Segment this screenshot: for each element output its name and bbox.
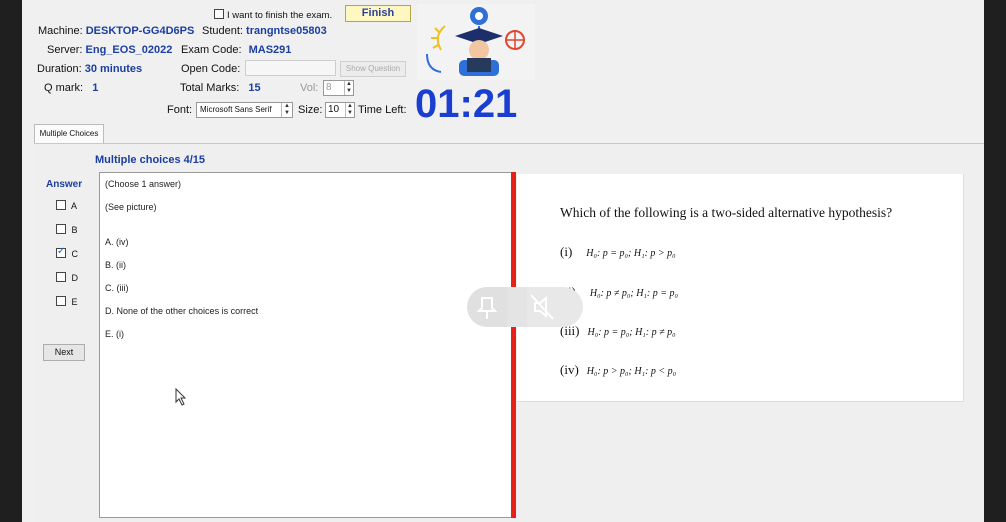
option-b-checkbox[interactable] <box>56 224 66 234</box>
vol-spinner[interactable]: 8 ▲ ▼ <box>323 80 354 96</box>
option-a[interactable]: A <box>56 200 77 211</box>
pin-icon <box>476 297 498 319</box>
option-c[interactable]: C <box>56 246 79 259</box>
mute-button[interactable] <box>507 287 583 327</box>
option-d-label: D <box>71 273 79 283</box>
font-value: Microsoft Sans Serif <box>200 105 272 114</box>
font-label: Font: <box>167 104 193 116</box>
option-c-checkbox[interactable] <box>56 246 66 258</box>
spinner-arrows-icon[interactable]: ▲ ▼ <box>344 81 353 95</box>
spinner-arrows-icon[interactable]: ▲ ▼ <box>345 103 354 117</box>
machine-label: Machine: <box>38 25 83 37</box>
see-picture-hint: (See picture) <box>105 202 157 212</box>
item-ii-hyp: H₀: p ≠ p₀; H₁: p = p₀ <box>589 288 678 299</box>
item-iii-hyp: H₀: p = p₀; H₁: p ≠ p₀ <box>587 327 676 338</box>
option-b[interactable]: B <box>56 224 78 235</box>
option-d[interactable]: D <box>56 272 78 283</box>
time-left-label: Time Left: <box>358 104 407 116</box>
picture-question-text: Which of the following is a two-sided al… <box>560 205 893 220</box>
exam-code-label: Exam Code: <box>181 44 242 56</box>
machine-row: Machine: DESKTOP-GG4D6PS <box>38 25 194 37</box>
finish-checkbox-row[interactable]: I want to finish the exam. <box>214 9 332 21</box>
countdown-timer: 01:21 <box>415 82 518 126</box>
choose-hint: (Choose 1 answer) <box>105 179 182 189</box>
finish-checkbox[interactable] <box>214 9 224 19</box>
exam-code-value: MAS291 <box>248 44 292 56</box>
picture-item-i: (i) H₀: p = p₀; H₁: p > p₀ <box>560 244 676 260</box>
option-a-label: A <box>71 201 78 211</box>
speaker-muted-icon <box>530 294 554 320</box>
server-value: Eng_EOS_02022 <box>85 44 173 56</box>
student-value: trangntse05803 <box>246 25 327 37</box>
choice-text-e: E. (i) <box>105 329 124 339</box>
question-picture: Which of the following is a two-sided al… <box>517 174 964 402</box>
splitter-bar[interactable] <box>511 172 516 518</box>
pin-button[interactable] <box>467 287 507 327</box>
exam-code-row: Exam Code: MAS291 <box>181 44 291 56</box>
graduate-logo-icon <box>417 4 535 80</box>
server-label: Server: <box>47 44 83 56</box>
size-label: Size: <box>298 104 323 116</box>
duration-row: Duration: 30 minutes <box>37 63 142 75</box>
open-code-input[interactable] <box>245 60 336 76</box>
duration-label: Duration: <box>37 63 82 75</box>
vol-label: Vol: <box>300 82 319 94</box>
total-marks-value: 15 <box>248 82 261 94</box>
vol-value: 8 <box>326 82 332 93</box>
next-button[interactable]: Next <box>43 344 85 361</box>
item-i-hyp: H₀: p = p₀; H₁: p > p₀ <box>586 248 676 259</box>
total-marks-row: Total Marks: 15 <box>180 82 261 94</box>
qmark-label: Q mark: <box>44 82 84 94</box>
option-e[interactable]: E <box>56 296 78 307</box>
server-row: Server: Eng_EOS_02022 <box>47 44 172 56</box>
option-c-label: C <box>71 249 79 259</box>
option-b-label: B <box>71 225 78 235</box>
choice-text-c: C. (iii) <box>105 283 129 293</box>
picture-item-iv: (iv) H₀: p > p₀; H₁: p < p₀ <box>560 362 676 378</box>
finish-checkbox-label: I want to finish the exam. <box>227 10 333 21</box>
item-iv-hyp: H₀: p > p₀; H₁: p < p₀ <box>586 366 677 377</box>
qmark-row: Q mark: 1 <box>44 82 98 94</box>
choice-text-d: D. None of the other choices is correct <box>105 306 259 316</box>
machine-value: DESKTOP-GG4D6PS <box>85 25 195 37</box>
option-a-checkbox[interactable] <box>56 200 66 210</box>
student-label: Student: <box>202 25 243 37</box>
answer-label: Answer <box>46 179 83 190</box>
qmark-value: 1 <box>92 82 99 94</box>
finish-button[interactable]: Finish <box>345 5 411 22</box>
font-scroll[interactable]: ▲ ▼ <box>281 102 293 118</box>
floating-controls <box>467 287 583 327</box>
exam-client-window: I want to finish the exam. Finish Machin… <box>22 0 984 522</box>
choice-text-b: B. (ii) <box>105 260 126 270</box>
choice-text-a: A. (iv) <box>105 237 129 247</box>
font-arrows-icon[interactable]: ▲ ▼ <box>281 103 292 117</box>
total-marks-label: Total Marks: <box>180 82 240 94</box>
open-code-label: Open Code: <box>181 63 241 75</box>
size-spinner[interactable]: 10 ▲ ▼ <box>325 102 355 118</box>
item-iv-num: (iv) <box>560 362 579 377</box>
question-text-pane[interactable]: (Choose 1 answer) (See picture) A. (iv) … <box>99 172 513 518</box>
student-row: Student: trangntse05803 <box>202 25 327 37</box>
option-e-checkbox[interactable] <box>56 296 66 306</box>
item-i-num: (i) <box>560 244 573 259</box>
question-counter: Multiple choices 4/15 <box>95 154 206 166</box>
option-d-checkbox[interactable] <box>56 272 66 282</box>
option-e-label: E <box>71 297 78 307</box>
mouse-cursor-icon <box>175 388 187 406</box>
duration-value: 30 minutes <box>84 63 143 75</box>
font-select[interactable]: Microsoft Sans Serif <box>196 102 293 118</box>
show-question-button[interactable]: Show Question <box>340 61 406 77</box>
tab-multiple-choices[interactable]: Multiple Choices <box>34 124 104 144</box>
size-value: 10 <box>328 104 340 115</box>
